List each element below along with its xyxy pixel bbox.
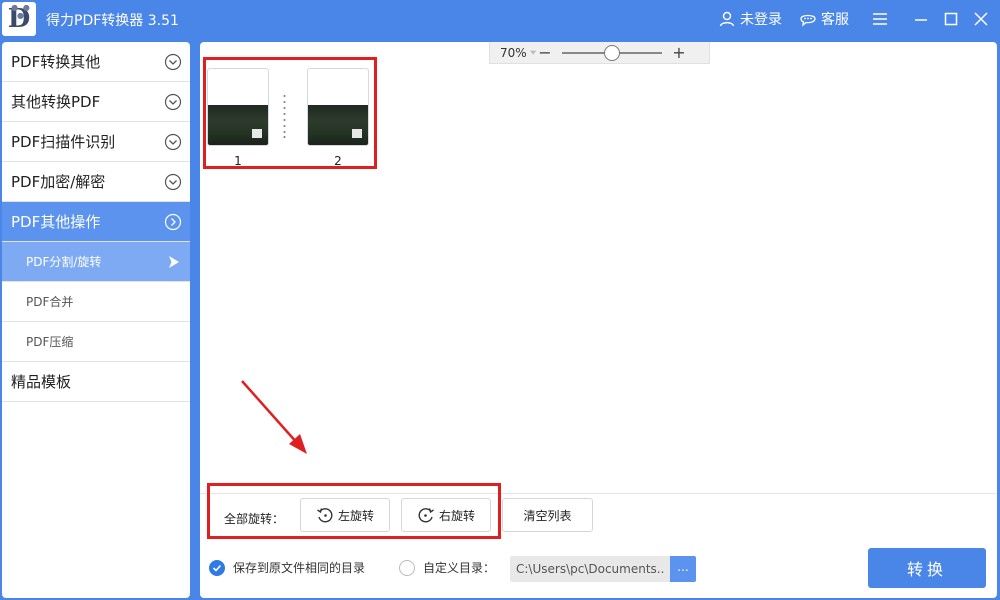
service-button[interactable]: 客服	[799, 9, 849, 29]
convert-button[interactable]: 转换	[868, 548, 986, 588]
sidebar-item-pdf-to-other[interactable]: PDF转换其他	[2, 42, 190, 82]
page-image	[308, 105, 368, 145]
zoom-out-button[interactable]: −	[536, 43, 554, 62]
zoom-slider[interactable]	[562, 44, 662, 61]
clear-list-label: 清空列表	[523, 508, 572, 523]
zoom-dropdown[interactable]: 70%	[500, 46, 536, 60]
page-separator-icon	[283, 95, 286, 138]
save-same-dir-option[interactable]: 保存到原文件相同的目录	[209, 559, 365, 576]
login-label: 未登录	[740, 12, 782, 28]
sidebar-item-label: PDF加密/解密	[11, 173, 106, 191]
minimize-icon[interactable]	[910, 8, 932, 30]
zoom-level: 70%	[500, 45, 527, 60]
page-image	[208, 105, 268, 145]
page-thumbnail-2[interactable]	[307, 68, 369, 146]
chevron-down-icon	[164, 53, 182, 70]
rotate-right-button[interactable]: 右旋转	[401, 498, 491, 532]
sidebar-item-label: 其他转换PDF	[11, 93, 101, 111]
close-icon[interactable]	[970, 8, 992, 30]
maximize-icon[interactable]	[940, 8, 962, 30]
chevron-down-icon	[164, 93, 182, 110]
check-icon	[212, 564, 222, 572]
zoom-in-button[interactable]: +	[670, 43, 688, 62]
radio-checked[interactable]	[209, 559, 225, 576]
page-number: 2	[334, 154, 342, 168]
chevron-right-icon	[164, 213, 182, 230]
chevron-down-icon	[164, 133, 182, 150]
sidebar-item-other-ops[interactable]: PDF其他操作	[2, 202, 190, 242]
sidebar-item-label: PDF其他操作	[11, 213, 101, 231]
menu-icon[interactable]	[869, 8, 891, 30]
custom-dir-option[interactable]: 自定义目录：	[399, 559, 495, 576]
sidebar-subitem-split-rotate[interactable]: PDF分割/旋转	[2, 242, 190, 282]
sidebar-item-label: PDF扫描件识别	[11, 133, 116, 151]
save-same-dir-label: 保存到原文件相同的目录	[233, 561, 366, 575]
clear-list-button[interactable]: 清空列表	[502, 498, 593, 532]
chevron-down-icon	[164, 173, 182, 190]
title-bar: ● ● ● D 得力PDF转换器 3.51 未登录 客服	[0, 0, 1000, 38]
sidebar-subitem-label: PDF分割/旋转	[26, 255, 102, 269]
sidebar-item-scan-ocr[interactable]: PDF扫描件识别	[2, 122, 190, 162]
rotate-right-label: 右旋转	[438, 508, 475, 523]
zoom-slider-thumb[interactable]	[604, 44, 620, 61]
sidebar-subitem-compress[interactable]: PDF压缩	[2, 322, 190, 362]
sidebar-subitem-merge[interactable]: PDF合并	[2, 282, 190, 322]
sidebar-item-label: 精品模板	[11, 373, 72, 391]
rotate-left-icon	[317, 508, 333, 523]
rotate-right-icon	[418, 508, 434, 523]
chat-icon	[800, 14, 816, 27]
service-label: 客服	[821, 12, 849, 28]
rotate-all-label: 全部旋转：	[224, 512, 285, 526]
sidebar: PDF转换其他 其他转换PDF PDF扫描件识别 PDF加密/解密 PDF其他操…	[2, 42, 190, 598]
main-panel: 70% − + 1 2 全部旋转： 左旋转 右旋转 清空列表 保存到原文件相同的…	[200, 42, 997, 598]
user-icon	[719, 11, 735, 27]
browse-dir-button[interactable]: ...	[670, 556, 696, 582]
sidebar-item-encrypt[interactable]: PDF加密/解密	[2, 162, 190, 202]
rotate-left-label: 左旋转	[337, 508, 374, 523]
app-logo: ● ● ● D	[2, 2, 36, 36]
zoom-toolbar: 70% − +	[489, 42, 710, 64]
sidebar-item-templates[interactable]: 精品模板	[2, 362, 190, 402]
app-title: 得力PDF转换器 3.51	[46, 13, 179, 29]
play-arrow-icon	[169, 255, 179, 268]
page-thumbnails-highlight: 1 2	[203, 57, 377, 169]
sidebar-item-other-to-pdf[interactable]: 其他转换PDF	[2, 82, 190, 122]
sidebar-subitem-label: PDF压缩	[26, 335, 74, 349]
custom-dir-path-input[interactable]	[510, 556, 670, 582]
custom-dir-label: 自定义目录：	[423, 561, 496, 575]
login-button[interactable]: 未登录	[718, 9, 782, 29]
sidebar-item-label: PDF转换其他	[11, 53, 101, 71]
rotate-left-button[interactable]: 左旋转	[300, 498, 390, 532]
sidebar-subitem-label: PDF合并	[26, 295, 74, 309]
radio-unchecked[interactable]	[399, 559, 415, 576]
page-number: 1	[234, 154, 242, 168]
page-thumbnail-1[interactable]	[207, 68, 269, 146]
